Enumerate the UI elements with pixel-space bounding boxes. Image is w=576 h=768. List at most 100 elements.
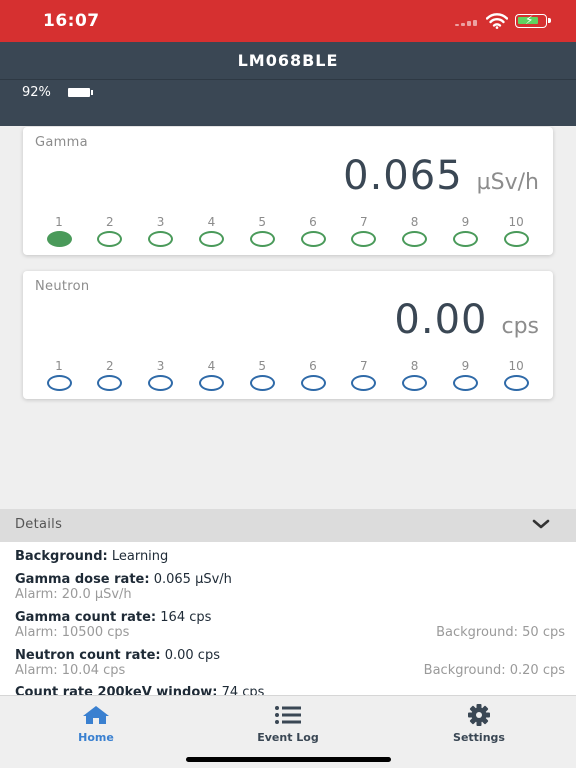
gamma-level-10: 10 [502,215,530,247]
level-dot [351,375,377,391]
details-list[interactable]: Background: Learning Gamma dose rate: 0.… [0,542,576,695]
neutron-value: 0.00 [394,297,488,343]
level-dot [402,231,428,247]
level-number: 5 [258,359,266,373]
level-dot [249,231,275,247]
level-number: 6 [309,359,317,373]
level-dot [402,375,428,391]
battery-icon [68,88,93,97]
level-number: 1 [55,359,63,373]
detail-value: 0.065 µSv/h [153,572,232,587]
detail-alarm: Alarm: 20.0 µSv/h [15,587,132,602]
level-dot [351,231,377,247]
detail-label: Gamma dose rate: [15,572,150,587]
home-icon[interactable] [81,704,111,726]
details-toggle[interactable]: Details [0,509,576,542]
level-number: 3 [156,359,165,373]
gamma-level-3: 3 [147,215,175,247]
gamma-unit: µSv/h [476,170,539,195]
neutron-level-3: 3 [147,359,175,391]
detail-gamma-count-rate: Gamma count rate: 164 cps Alarm: 10500 c… [15,610,565,641]
level-dot [503,231,529,247]
wifi-icon [486,13,508,29]
level-dot [46,375,72,391]
list-icon[interactable] [273,704,303,726]
cellular-signal-icon [455,20,479,26]
level-dot [452,231,478,247]
device-battery-percent: 92% [22,85,51,100]
neutron-level-1: 1 [45,359,73,391]
level-number: 8 [410,215,419,229]
level-dot [148,231,174,247]
gamma-reading: 0.065 µSv/h [343,153,539,199]
tab-home[interactable]: Home [31,704,161,744]
detail-gamma-dose-rate: Gamma dose rate: 0.065 µSv/h Alarm: 20.0… [15,572,565,603]
level-dot [148,375,174,391]
detail-value: 74 cps [221,685,265,695]
neutron-level-7: 7 [350,359,378,391]
gamma-level-1: 1 [45,215,73,247]
detail-label: Count rate 200keV window: [15,685,218,695]
level-number: 2 [105,359,114,373]
neutron-card: Neutron 0.00 cps 1 2 3 4 5 6 7 8 9 10 [23,271,553,399]
detail-value: 164 cps [160,610,212,625]
gamma-level-5: 5 [248,215,276,247]
detail-neutron-count-rate: Neutron count rate: 0.00 cps Alarm: 10.0… [15,648,565,679]
level-dot [46,231,72,247]
level-number: 10 [508,359,524,373]
status-time: 16:07 [43,11,100,31]
tab-label: Settings [453,731,505,744]
neutron-level-4: 4 [197,359,225,391]
level-dot [300,231,326,247]
level-number: 9 [461,215,470,229]
home-indicator [186,757,391,762]
level-dot [198,375,224,391]
gamma-title: Gamma [35,135,88,150]
detail-value: 0.00 cps [164,648,220,663]
neutron-level-6: 6 [299,359,327,391]
level-dot [503,375,529,391]
level-number: 1 [55,215,63,229]
detail-label: Gamma count rate: [15,610,157,625]
level-number: 7 [359,215,368,229]
gamma-level-8: 8 [401,215,429,247]
level-number: 4 [207,215,216,229]
chevron-down-icon[interactable] [532,518,550,530]
tab-settings[interactable]: Settings [414,704,544,744]
detail-count-rate-window: Count rate 200keV window: 74 cps [15,685,565,695]
level-number: 5 [258,215,266,229]
neutron-level-2: 2 [96,359,124,391]
detail-alarm: Alarm: 10.04 cps [15,663,126,678]
detail-background: Background: Learning [15,549,565,564]
detail-label: Neutron count rate: [15,648,161,663]
gamma-card: Gamma 0.065 µSv/h 1 2 3 4 5 6 7 8 9 10 [23,127,553,255]
gamma-level-9: 9 [451,215,479,247]
detail-background-value: Background: 50 cps [436,625,565,640]
gamma-level-6: 6 [299,215,327,247]
level-number: 8 [410,359,419,373]
gamma-level-2: 2 [96,215,124,247]
neutron-level-indicator: 1 2 3 4 5 6 7 8 9 10 [35,359,540,393]
battery-charging-icon: ⚡ [515,13,551,28]
gamma-level-7: 7 [350,215,378,247]
tab-event-log[interactable]: Event Log [223,704,353,744]
level-number: 9 [461,359,470,373]
detail-alarm: Alarm: 10500 cps [15,625,130,640]
level-dot [300,375,326,391]
detail-value: Learning [111,549,169,564]
tab-label: Event Log [257,731,319,744]
level-number: 10 [508,215,524,229]
neutron-level-5: 5 [248,359,276,391]
gamma-value: 0.065 [343,153,463,199]
neutron-title: Neutron [35,279,90,294]
gamma-level-4: 4 [197,215,225,247]
gamma-level-indicator: 1 2 3 4 5 6 7 8 9 10 [35,215,540,249]
gear-icon[interactable] [464,704,494,726]
details-title: Details [15,517,63,532]
device-status-bar: 92% [0,80,576,126]
level-number: 7 [359,359,368,373]
level-number: 4 [207,359,216,373]
neutron-level-9: 9 [451,359,479,391]
tab-label: Home [78,731,114,744]
app-header: LM068BLE [0,42,576,80]
